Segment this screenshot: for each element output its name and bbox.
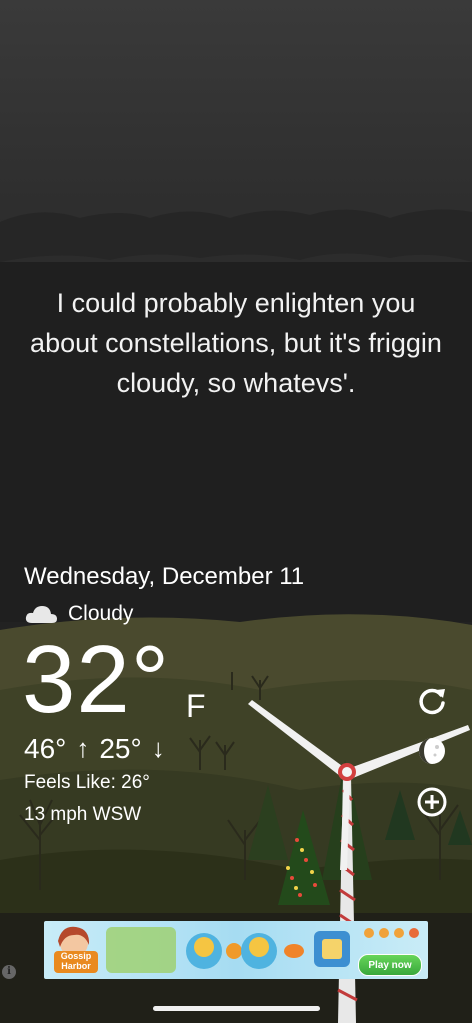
cloud-icon [25, 606, 57, 623]
moon-phase-icon [419, 738, 445, 764]
arrow-up-icon: ↑ [76, 733, 90, 763]
condition-row: Cloudy [24, 600, 133, 628]
condition-label: Cloudy [68, 602, 134, 625]
add-icon [417, 787, 447, 817]
temperature-unit[interactable]: F [186, 688, 206, 725]
background-scene [0, 209, 472, 1023]
weather-quip: I could probably enlighten you about con… [30, 288, 442, 398]
ad-banner[interactable]: Gossip Harbor Play now [44, 921, 428, 979]
current-temperature: 32° [22, 626, 171, 733]
high-temperature: 46° [24, 733, 67, 764]
moon-phase-button[interactable] [414, 733, 450, 769]
ad-brand-logo: Gossip Harbor [54, 951, 98, 973]
ad-info-icon[interactable]: i [2, 965, 16, 979]
current-date: Wednesday, December 11 [24, 563, 305, 590]
refresh-button[interactable] [414, 683, 450, 719]
wind-info: 13 mph WSW [24, 804, 142, 825]
home-indicator[interactable] [153, 1006, 320, 1011]
add-location-button[interactable] [414, 784, 450, 820]
arrow-down-icon: ↓ [151, 733, 165, 763]
high-low: 46° ↑ 25° ↓ [24, 733, 165, 765]
low-temperature: 25° [99, 733, 142, 764]
ad-play-button[interactable]: Play now [358, 954, 422, 976]
refresh-icon [419, 688, 445, 715]
feels-like: Feels Like: 26° [24, 772, 150, 793]
